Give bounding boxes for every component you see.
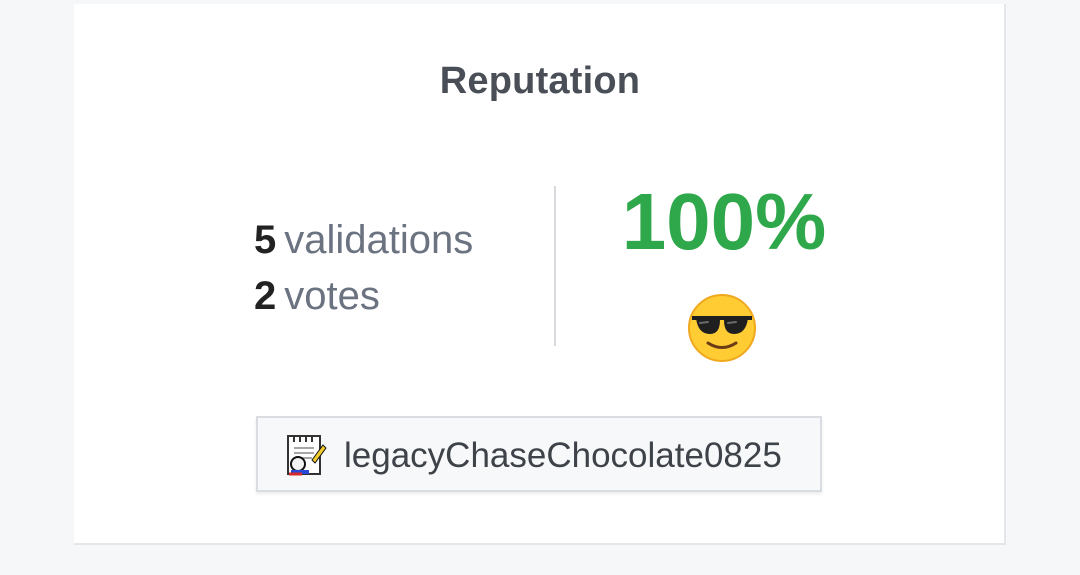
card-title: Reputation [439,60,641,102]
validations-row: 5 validations [254,212,473,268]
reputation-score: 100% [621,177,827,266]
votes-row: 2 votes [254,268,473,324]
validations-label: validations [284,218,474,262]
reputation-card: Reputation 5 validations 2 votes 100% le… [74,4,1006,545]
votes-count: 2 [254,274,277,318]
sunglasses-face-icon [686,292,758,364]
reputation-stats: 5 validations 2 votes [254,212,473,324]
votes-label: votes [284,274,380,318]
stats-divider [554,186,556,346]
validations-count: 5 [254,218,277,262]
username-label: legacyChaseChocolate0825 [344,436,782,475]
notepad-user-icon [284,434,328,478]
user-chip[interactable]: legacyChaseChocolate0825 [256,416,822,492]
